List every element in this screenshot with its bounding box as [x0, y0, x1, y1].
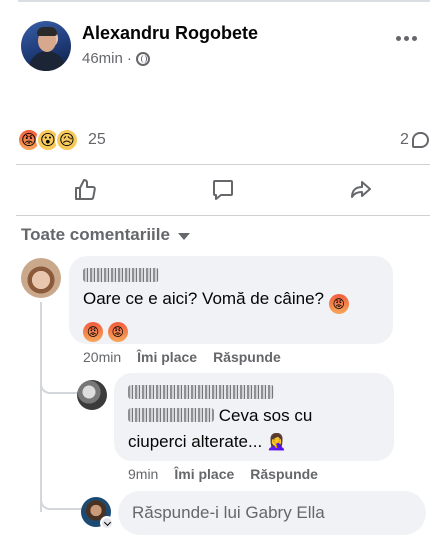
divider [16, 215, 430, 216]
author-avatar[interactable] [21, 21, 71, 71]
reply-comment-link[interactable]: Răspunde [213, 349, 281, 365]
comment-button[interactable] [193, 172, 253, 208]
reply-text: Ceva sos cu ciuperci alterate... 🤦‍♀️ [128, 406, 313, 451]
post-time[interactable]: 46min [82, 50, 123, 67]
mention-redacted[interactable] [128, 408, 214, 422]
sad-reaction-icon: 😥 [55, 128, 79, 152]
thread-branch [40, 378, 78, 394]
reply-bubble: Ceva sos cu ciuperci alterate... 🤦‍♀️ [114, 373, 394, 461]
reply-footer: 9min Îmi place Răspunde [128, 466, 318, 482]
angry-emoji-icon: 😡 [107, 322, 128, 342]
replier-name-redacted[interactable] [128, 385, 274, 399]
current-user-avatar[interactable] [81, 497, 114, 530]
post-meta: 46min · [82, 50, 150, 67]
reply-input[interactable]: Răspunde-i lui Gabry Ella [118, 491, 426, 535]
commenter-avatar[interactable] [21, 258, 61, 298]
comment-icon [213, 180, 233, 200]
reply-time[interactable]: 9min [128, 466, 158, 482]
comment-text: Oare ce e aici? Vomă de câine? 😡 😡 😡 [83, 286, 383, 342]
comment-time[interactable]: 20min [83, 349, 121, 365]
comments-filter-label: Toate comentariile [21, 225, 170, 244]
more-dots-icon[interactable] [396, 36, 417, 41]
comments-count: 2 [400, 131, 409, 148]
caret-down-icon [177, 232, 190, 240]
thumb-up-icon [75, 179, 96, 200]
commenter-name-redacted[interactable] [83, 268, 159, 282]
share-icon [351, 181, 371, 198]
globe-icon [135, 51, 150, 66]
thread-line [40, 302, 42, 512]
facepalm-emoji-icon: 🤦‍♀️ [266, 434, 287, 451]
angry-emoji-icon: 😡 [328, 294, 349, 314]
top-divider [18, 0, 430, 2]
like-comment-link[interactable]: Îmi place [137, 349, 197, 365]
thread-branch [40, 494, 82, 510]
comments-filter[interactable]: Toate comentariile [21, 225, 190, 245]
comment-bubble: Oare ce e aici? Vomă de câine? 😡 😡 😡 [69, 256, 393, 344]
like-reply-link[interactable]: Îmi place [174, 466, 234, 482]
reactions-summary[interactable]: 😡 😮 😥 25 [17, 128, 106, 152]
post-actions [16, 171, 430, 209]
meta-separator: · [126, 50, 132, 67]
replier-avatar[interactable] [77, 380, 107, 410]
chevron-down-icon[interactable] [100, 516, 114, 530]
reply-reply-link[interactable]: Răspunde [250, 466, 318, 482]
divider [16, 164, 430, 165]
angry-emoji-icon: 😡 [83, 322, 103, 342]
like-button[interactable] [55, 172, 115, 208]
reactions-count: 25 [88, 131, 106, 148]
share-button[interactable] [331, 172, 391, 208]
comments-count-link[interactable]: 2 [400, 131, 429, 149]
author-name[interactable]: Alexandru Rogobete [82, 23, 258, 44]
comment-bubble-icon [411, 132, 429, 148]
reply-input-placeholder: Răspunde-i lui Gabry Ella [132, 503, 325, 522]
comment-footer: 20min Îmi place Răspunde [83, 349, 281, 365]
